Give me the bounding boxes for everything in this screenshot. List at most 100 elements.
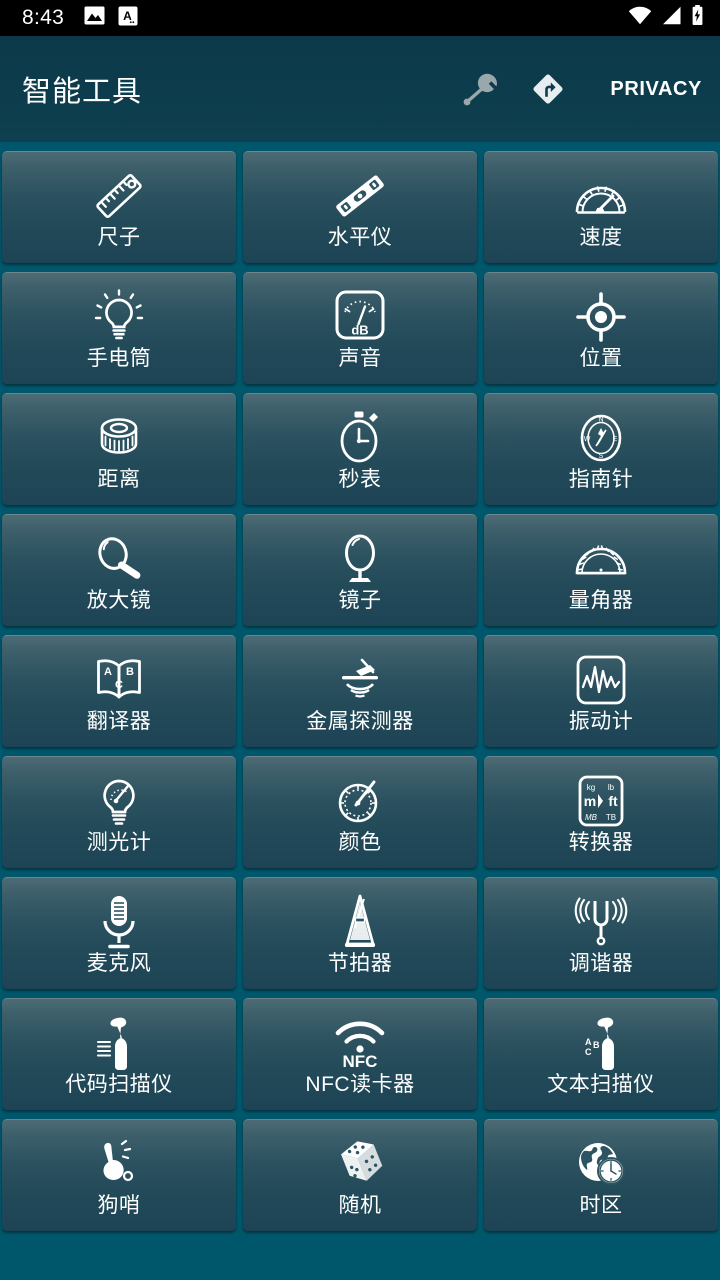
tool-tile[interactable]: 金属探测器 (243, 635, 477, 747)
tool-tile[interactable]: 颜色 (243, 756, 477, 868)
tool-tile[interactable]: A B C 翻译器 (2, 635, 236, 747)
vibration-meter-icon (565, 651, 637, 709)
tool-tile-label: 狗哨 (97, 1194, 141, 1217)
svg-text:kg: kg (587, 783, 595, 792)
tool-tile[interactable]: 随机 (243, 1119, 477, 1231)
tool-tile-label: 测光计 (86, 831, 152, 854)
stopwatch-icon (324, 409, 396, 467)
nfc-icon: NFC (324, 1014, 396, 1072)
svg-text:m: m (584, 793, 596, 809)
tool-tile-label: 金属探测器 (306, 710, 414, 733)
svg-text:TB: TB (606, 813, 616, 822)
svg-text:A: A (585, 1037, 592, 1047)
tool-tile[interactable]: 调谐器 (484, 877, 718, 989)
tool-tile[interactable]: dB 声音 (243, 272, 477, 384)
tool-tile-label: 距离 (97, 468, 141, 491)
tool-tile-label: 颜色 (338, 831, 382, 854)
tool-tile[interactable]: 秒表 (243, 393, 477, 505)
tool-tile-label: 秒表 (338, 468, 382, 491)
svg-text:A: A (104, 666, 112, 678)
tool-tile-label: 水平仪 (327, 226, 393, 249)
dog-whistle-icon (83, 1135, 155, 1193)
tool-tile-label: 放大镜 (86, 589, 152, 612)
compass-icon: N S W E (565, 409, 637, 467)
tool-tile[interactable]: A B C 文本扫描仪 (484, 998, 718, 1110)
tool-tile-label: 尺子 (97, 226, 141, 249)
page-title: 智能工具 (22, 76, 143, 108)
svg-text:B: B (126, 666, 134, 678)
magnifier-icon (83, 530, 155, 588)
tool-tile[interactable]: NFC NFC读卡器 (243, 998, 477, 1110)
tool-tile[interactable]: 放大镜 (2, 514, 236, 626)
tool-grid: 尺子 水平仪 速度 手电筒 dB 声音 位置 距离 秒表 N S W E 指南针 放大镜 镜子 量角器 A B C 翻译… (0, 142, 720, 1231)
tool-tile[interactable]: 量角器 (484, 514, 718, 626)
tool-tile[interactable]: 麦克风 (2, 877, 236, 989)
status-bar: 8:43 A (0, 0, 720, 36)
tool-tile-label: NFC读卡器 (305, 1073, 415, 1096)
status-bar-system-icons (628, 5, 704, 31)
speedometer-icon (565, 167, 637, 225)
metronome-icon (324, 893, 396, 951)
tape-measure-icon (83, 409, 155, 467)
app-root: 8:43 A 智能工具 PRIVACY 尺子 水平仪 速度 手电筒 dB 声音 … (0, 0, 720, 1280)
barcode-scanner-icon (83, 1014, 155, 1072)
svg-text:MB: MB (585, 813, 598, 822)
tool-tile[interactable]: 速度 (484, 151, 718, 263)
tool-tile[interactable]: kg lb m ft MB TB 转换器 (484, 756, 718, 868)
tool-tile[interactable]: 镜子 (243, 514, 477, 626)
tool-tile-label: 代码扫描仪 (65, 1073, 173, 1096)
tool-tile[interactable]: N S W E 指南针 (484, 393, 718, 505)
timezone-globe-icon (565, 1135, 637, 1193)
tool-tile-label: 时区 (579, 1194, 623, 1217)
app-bar: 智能工具 PRIVACY (0, 36, 720, 142)
directions-icon[interactable] (530, 71, 566, 107)
svg-text:B: B (593, 1040, 600, 1050)
tool-tile-label: 振动计 (568, 710, 634, 733)
cellular-signal-icon (661, 6, 682, 30)
tool-tile-label: 位置 (579, 347, 623, 370)
ruler-icon (83, 167, 155, 225)
app-bar-actions: PRIVACY (460, 70, 702, 108)
tool-tile[interactable]: 振动计 (484, 635, 718, 747)
svg-text:W: W (584, 436, 591, 443)
tool-tile-label: 文本扫描仪 (547, 1073, 655, 1096)
dice-icon (324, 1135, 396, 1193)
translate-book-icon: A BC (83, 651, 155, 709)
svg-text:C: C (585, 1047, 592, 1057)
mirror-icon (324, 530, 396, 588)
spirit-level-icon (324, 167, 396, 225)
image-icon (84, 6, 105, 30)
battery-charging-icon (691, 5, 704, 31)
tool-tile[interactable]: 距离 (2, 393, 236, 505)
font-a-icon: A (118, 6, 138, 31)
tool-tile[interactable]: 尺子 (2, 151, 236, 263)
tool-tile-label: 节拍器 (327, 952, 393, 975)
unit-converter-icon: kg lb m ft MB TB (565, 772, 637, 830)
svg-text:ft: ft (608, 793, 618, 809)
svg-text:A: A (123, 9, 132, 23)
svg-text:lb: lb (608, 783, 615, 792)
tool-tile-label: 翻译器 (86, 710, 152, 733)
wifi-icon (628, 6, 652, 30)
svg-text:E: E (613, 436, 618, 443)
color-meter-icon (324, 772, 396, 830)
tool-tile-label: 麦克风 (86, 952, 152, 975)
svg-text:N: N (598, 417, 603, 424)
tool-tile[interactable]: 节拍器 (243, 877, 477, 989)
tool-tile[interactable]: 水平仪 (243, 151, 477, 263)
svg-text:dB: dB (351, 323, 368, 338)
tool-tile[interactable]: 狗哨 (2, 1119, 236, 1231)
tool-tile[interactable]: 位置 (484, 272, 718, 384)
privacy-button[interactable]: PRIVACY (610, 78, 702, 101)
text-scanner-icon: ABC (565, 1014, 637, 1072)
tool-tile-label: 调谐器 (568, 952, 634, 975)
tool-tile-label: 随机 (338, 1194, 382, 1217)
protractor-icon (565, 530, 637, 588)
tool-tile[interactable]: 测光计 (2, 756, 236, 868)
microphone-icon (83, 893, 155, 951)
wrench-icon[interactable] (460, 70, 500, 108)
tool-tile[interactable]: 手电筒 (2, 272, 236, 384)
sound-meter-db-icon: dB (324, 288, 396, 346)
tool-tile[interactable]: 时区 (484, 1119, 718, 1231)
tool-tile[interactable]: 代码扫描仪 (2, 998, 236, 1110)
